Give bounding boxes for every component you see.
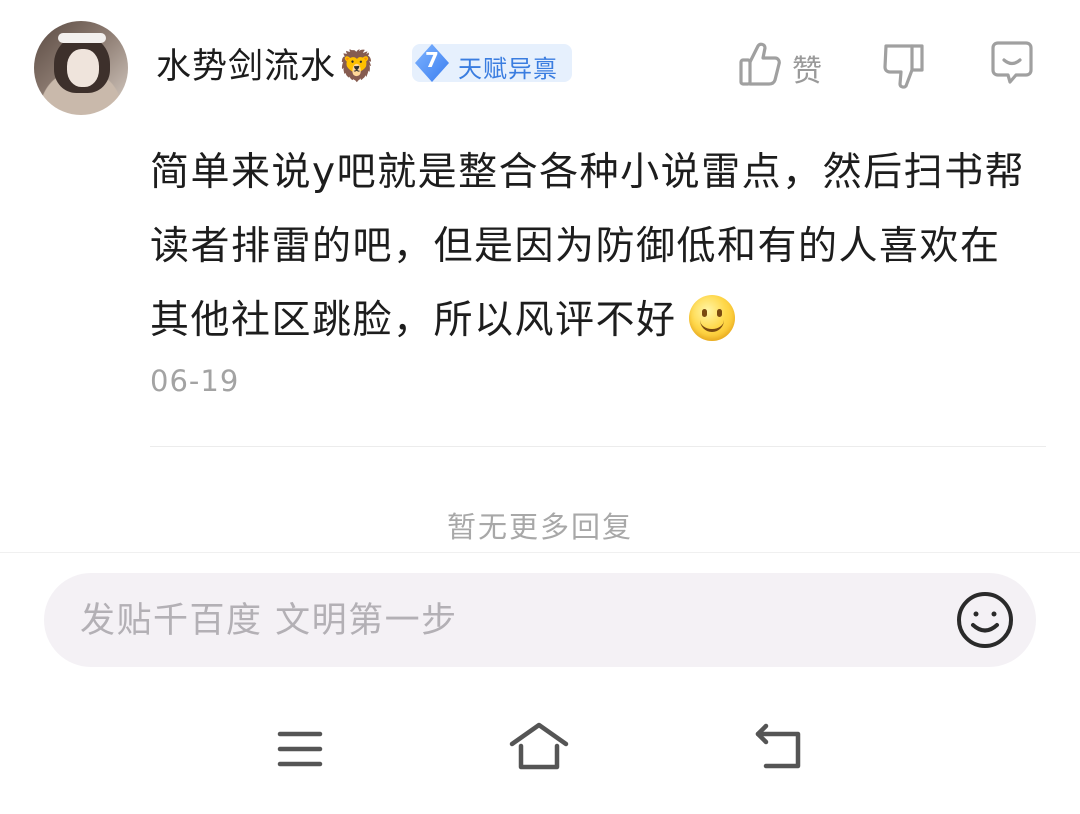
thumbs-down-icon xyxy=(883,44,924,89)
no-more-replies-text: 暂无更多回复 xyxy=(446,510,633,544)
lion-emoji-icon: 🦁 xyxy=(338,49,377,84)
chat-bubble-icon xyxy=(991,41,1033,84)
avatar-face xyxy=(67,49,99,87)
username[interactable]: 水势剑流水🦁 xyxy=(156,38,376,89)
menu-icon xyxy=(277,731,323,767)
back-icon xyxy=(755,723,801,769)
smiley-face-icon xyxy=(957,592,1013,648)
divider xyxy=(150,446,1046,447)
user-avatar[interactable] xyxy=(34,21,128,115)
dislike-button[interactable] xyxy=(882,40,926,94)
nav-home-button[interactable] xyxy=(508,720,570,778)
home-icon xyxy=(509,722,569,770)
comment-text: 简单来说y吧就是整合各种小说雷点，然后扫书帮读者排雷的吧，但是因为防御低和有的人… xyxy=(150,150,1026,343)
input-area-separator xyxy=(0,552,1080,553)
nav-menu-button[interactable] xyxy=(276,720,326,774)
like-button[interactable] xyxy=(738,40,782,92)
reply-input[interactable] xyxy=(78,591,902,651)
nav-back-button[interactable] xyxy=(752,720,808,778)
like-label[interactable]: 赞 xyxy=(792,46,822,90)
reply-input-bar xyxy=(44,573,1036,667)
comment-date: 06-19 xyxy=(150,364,240,398)
thumbs-up-icon xyxy=(739,42,781,86)
avatar-headband xyxy=(58,33,106,43)
level-diamond-icon: 7 xyxy=(412,42,452,84)
badge-level-number: 7 xyxy=(425,48,439,72)
badge-title: 天赋异禀 xyxy=(458,55,558,83)
smiley-emoji-icon xyxy=(688,295,735,341)
reply-button[interactable] xyxy=(990,40,1034,90)
level-badge[interactable]: 7 天赋异禀 xyxy=(412,42,572,84)
comment-body: 简单来说y吧就是整合各种小说雷点，然后扫书帮读者排雷的吧，但是因为防御低和有的人… xyxy=(150,136,1040,358)
emoji-button[interactable] xyxy=(954,589,1016,655)
username-text: 水势剑流水 xyxy=(156,47,337,87)
